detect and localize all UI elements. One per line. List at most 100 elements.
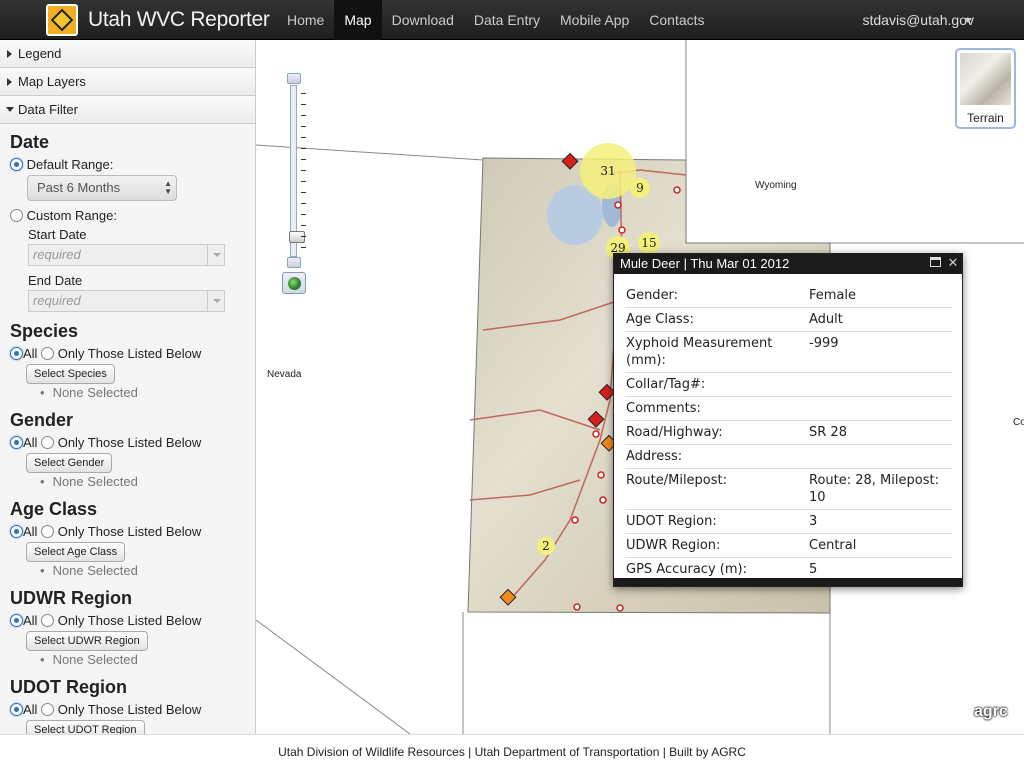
- attr-row: Collar/Tag#:: [625, 373, 952, 397]
- caret-right-icon: [7, 50, 12, 58]
- accordion-layers-label: Map Layers: [18, 74, 86, 89]
- attr-key: Comments:: [626, 401, 701, 416]
- attr-value: [809, 448, 952, 465]
- gender-only-label: Only Those Listed Below: [57, 435, 202, 450]
- age-none-selected: None Selected: [40, 562, 255, 580]
- nav-map[interactable]: Map: [334, 0, 382, 40]
- app-title: Utah WVC Reporter: [88, 8, 270, 31]
- species-only-radio[interactable]: [41, 347, 55, 360]
- udwr-region-heading: UDWR Region: [10, 588, 132, 608]
- terrain-basemap-button[interactable]: Terrain: [955, 48, 1016, 129]
- popup-header: Mule Deer | Thu Mar 01 2012 ✕: [614, 254, 962, 274]
- default-range-radio[interactable]: [10, 158, 23, 171]
- attr-key: Gender:: [626, 288, 679, 303]
- default-range-value: Past 6 Months: [37, 180, 121, 195]
- popup-footer: [614, 578, 962, 586]
- attr-key: UDWR Region:: [626, 538, 721, 553]
- attr-row: Comments:: [625, 397, 952, 421]
- attr-row: UDWR Region: Central: [625, 534, 952, 558]
- nav-home[interactable]: Home: [277, 0, 334, 40]
- udot-only-label: Only Those Listed Below: [57, 702, 202, 717]
- species-only-label: Only Those Listed Below: [57, 346, 202, 361]
- custom-range-option[interactable]: Custom Range:: [10, 205, 255, 226]
- attr-value: Central: [809, 538, 857, 553]
- udot-all-radio[interactable]: [10, 703, 23, 716]
- gender-heading: Gender: [10, 410, 74, 430]
- zoom-track[interactable]: [289, 85, 305, 257]
- attr-key: Collar/Tag#:: [626, 377, 706, 392]
- dropdown-arrow-icon[interactable]: [207, 291, 224, 311]
- species-none-selected: None Selected: [40, 384, 255, 402]
- attr-key: Xyphoid Measurement (mm):: [626, 336, 773, 368]
- udwr-options: All Only Those Listed Below: [10, 610, 255, 631]
- age-all-radio[interactable]: [10, 525, 23, 538]
- nav-mobile-app[interactable]: Mobile App: [550, 0, 639, 40]
- attr-key: Age Class:: [626, 312, 694, 327]
- select-age-class-button[interactable]: Select Age Class: [26, 542, 126, 562]
- udwr-all-radio[interactable]: [10, 614, 23, 627]
- species-all-label: All: [23, 346, 38, 361]
- user-menu[interactable]: stdavis@utah.gov: [863, 0, 975, 40]
- attr-row: Route/Milepost: Route: 28, Milepost: 10: [625, 469, 952, 510]
- udwr-only-radio[interactable]: [41, 614, 55, 627]
- cluster-9-count: 9: [636, 181, 644, 195]
- attr-row: Xyphoid Measurement (mm): -999: [625, 332, 952, 373]
- select-gender-button[interactable]: Select Gender: [26, 453, 113, 473]
- main-nav: Home Map Download Data Entry Mobile App …: [277, 0, 715, 40]
- label-nevada: Nevada: [267, 369, 302, 380]
- attr-row: Age Class: Adult: [625, 308, 952, 332]
- accordion-data-filter[interactable]: Data Filter: [0, 96, 255, 124]
- cluster-2-count: 2: [542, 539, 550, 553]
- species-all-radio[interactable]: [10, 347, 23, 360]
- custom-range-radio[interactable]: [10, 209, 23, 222]
- select-udot-region-button[interactable]: Select UDOT Region: [26, 720, 145, 734]
- age-class-heading: Age Class: [10, 499, 98, 519]
- attr-row: Gender: Female: [625, 284, 952, 308]
- maximize-icon[interactable]: [930, 257, 941, 267]
- end-date-placeholder: required: [33, 293, 81, 308]
- gender-all-radio[interactable]: [10, 436, 23, 449]
- accordion-map-layers[interactable]: Map Layers: [0, 68, 255, 96]
- zoom-slider[interactable]: [287, 73, 306, 268]
- attr-value: Female: [809, 288, 857, 303]
- default-range-select[interactable]: Past 6 Months ▲ ▼: [27, 175, 177, 201]
- age-only-radio[interactable]: [41, 525, 55, 538]
- cluster-15-count: 15: [641, 236, 656, 250]
- udot-all-label: All: [23, 702, 38, 717]
- navbar: Utah WVC Reporter Home Map Download Data…: [0, 0, 1024, 40]
- accordion-filter-label: Data Filter: [18, 102, 78, 117]
- terrain-thumbnail: [960, 53, 1011, 105]
- start-date-input[interactable]: required: [28, 244, 225, 266]
- caret-down-icon[interactable]: [964, 18, 972, 23]
- end-date-label: End Date: [28, 273, 83, 288]
- zoom-in-button[interactable]: [287, 73, 301, 84]
- dropdown-arrow-icon[interactable]: [207, 245, 224, 265]
- gender-all-label: All: [23, 435, 38, 450]
- attr-value: 3: [809, 514, 818, 529]
- start-date-label: Start Date: [28, 227, 87, 242]
- age-all-label: All: [23, 524, 38, 539]
- nav-download[interactable]: Download: [382, 0, 464, 40]
- end-date-input[interactable]: required: [28, 290, 225, 312]
- agrc-watermark: agrc: [974, 703, 1008, 720]
- attr-value: [809, 376, 952, 393]
- default-range-option[interactable]: Default Range:: [10, 154, 255, 175]
- zoom-out-button[interactable]: [287, 257, 301, 268]
- globe-icon[interactable]: [282, 272, 306, 294]
- close-icon[interactable]: ✕: [947, 256, 959, 269]
- species-options: All Only Those Listed Below: [10, 343, 255, 364]
- popup-attributes: Gender: Female Age Class: Adult Xyphoid Me…: [614, 274, 962, 582]
- zoom-handle[interactable]: [289, 231, 305, 243]
- attr-value: SR 28: [809, 425, 847, 440]
- udot-only-radio[interactable]: [41, 703, 55, 716]
- attr-value: 5: [809, 562, 818, 577]
- nav-data-entry[interactable]: Data Entry: [464, 0, 550, 40]
- select-species-button[interactable]: Select Species: [26, 364, 115, 384]
- accordion-legend[interactable]: Legend: [0, 40, 255, 68]
- default-range-label: Default Range:: [26, 157, 114, 172]
- gender-only-radio[interactable]: [41, 436, 55, 449]
- nav-contacts[interactable]: Contacts: [639, 0, 714, 40]
- caret-down-icon: [6, 107, 14, 112]
- brand[interactable]: Utah WVC Reporter: [46, 4, 270, 36]
- select-udwr-region-button[interactable]: Select UDWR Region: [26, 631, 148, 651]
